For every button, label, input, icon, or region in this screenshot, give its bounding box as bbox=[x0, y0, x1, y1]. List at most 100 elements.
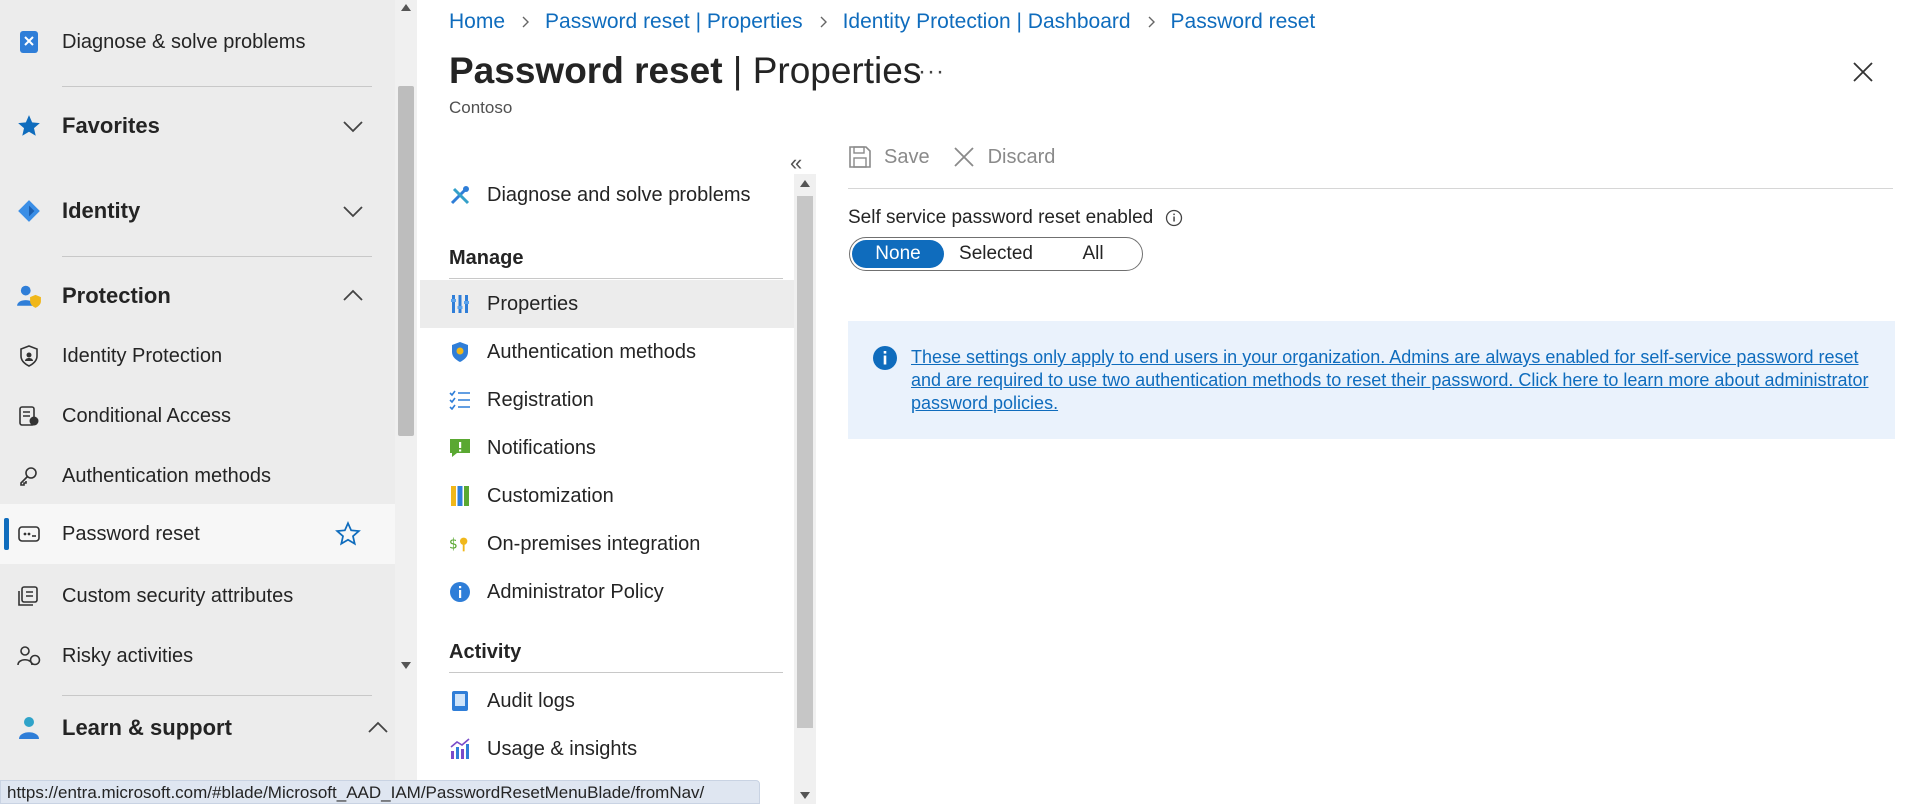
protection-icon bbox=[16, 283, 42, 309]
nav-item-label: Conditional Access bbox=[62, 404, 231, 427]
page-subtitle: Contoso bbox=[449, 98, 513, 117]
chevron-up-icon[interactable] bbox=[366, 716, 390, 740]
menu-item-notifications[interactable]: Notifications bbox=[420, 424, 794, 472]
command-bar-divider bbox=[848, 188, 1893, 189]
insights-chart-icon bbox=[449, 738, 471, 760]
menu-item-label: Usage & insights bbox=[487, 737, 638, 760]
sspr-segmented-control: None Selected All bbox=[849, 237, 1143, 271]
nav-item-risky-activities[interactable]: Risky activities bbox=[0, 632, 395, 680]
save-label: Save bbox=[884, 145, 930, 168]
menu-item-authentication-methods[interactable]: Authentication methods bbox=[420, 328, 794, 376]
close-icon[interactable] bbox=[1851, 60, 1875, 84]
menu-item-label: Customization bbox=[487, 484, 614, 507]
menu-scrollbar[interactable] bbox=[794, 174, 816, 804]
info-icon bbox=[449, 581, 471, 603]
page-title-rest: | Properties bbox=[722, 50, 922, 91]
menu-heading-activity: Activity bbox=[449, 641, 522, 663]
nav-item-label: Identity Protection bbox=[62, 344, 223, 367]
menu-item-properties[interactable]: Properties bbox=[420, 280, 794, 328]
command-bar: Save Discard bbox=[848, 145, 1077, 169]
integration-icon: $ bbox=[449, 533, 471, 555]
menu-item-label: Registration bbox=[487, 388, 594, 411]
password-icon bbox=[16, 521, 42, 547]
attributes-icon bbox=[16, 583, 42, 609]
risky-activities-icon bbox=[16, 643, 42, 669]
discard-button[interactable]: Discard bbox=[952, 145, 1055, 169]
menu-divider bbox=[449, 672, 783, 673]
nav-item-password-reset[interactable]: Password reset bbox=[0, 504, 395, 564]
sspr-option-none[interactable]: None bbox=[852, 240, 944, 268]
more-options-button[interactable]: ··· bbox=[918, 58, 945, 86]
chevron-right-icon bbox=[820, 16, 827, 28]
menu-item-on-premises-integration[interactable]: $ On-premises integration bbox=[420, 520, 794, 568]
identity-icon bbox=[16, 198, 42, 224]
checklist-icon bbox=[449, 389, 471, 411]
nav-section-label: Favorites bbox=[62, 113, 160, 138]
chevron-right-icon bbox=[522, 16, 530, 28]
nav-section-favorites[interactable]: Favorites bbox=[0, 102, 395, 150]
breadcrumb: Home Password reset | Properties Identit… bbox=[449, 10, 1315, 34]
nav-section-protection[interactable]: Protection bbox=[0, 272, 395, 320]
nav-section-learn-support[interactable]: Learn & support bbox=[0, 704, 395, 752]
nav-item-label: Authentication methods bbox=[62, 464, 272, 487]
nav-item-conditional-access[interactable]: Conditional Access bbox=[0, 392, 395, 440]
nav-item-authentication-methods[interactable]: Authentication methods bbox=[0, 452, 395, 500]
nav-section-identity[interactable]: Identity bbox=[0, 187, 395, 235]
menu-item-label: Authentication methods bbox=[487, 340, 697, 363]
learn-support-icon bbox=[16, 715, 42, 741]
info-banner: These settings only apply to end users i… bbox=[848, 321, 1895, 439]
menu-heading-manage: Manage bbox=[449, 247, 524, 269]
chevron-down-icon[interactable] bbox=[341, 114, 365, 138]
breadcrumb-password-reset[interactable]: Password reset bbox=[1171, 10, 1316, 34]
tools-icon bbox=[449, 184, 471, 206]
scroll-up-icon[interactable] bbox=[800, 180, 810, 187]
left-nav-scrollbar[interactable] bbox=[395, 0, 417, 804]
breadcrumb-home[interactable]: Home bbox=[449, 10, 505, 34]
chevron-up-icon[interactable] bbox=[341, 284, 365, 308]
chevron-right-icon bbox=[1148, 16, 1155, 28]
scroll-down-icon[interactable] bbox=[800, 792, 810, 799]
scrollbar-thumb[interactable] bbox=[398, 86, 414, 436]
app-root: Diagnose & solve problems Favorites Iden… bbox=[0, 0, 1905, 804]
nav-item-label: Password reset bbox=[62, 522, 200, 545]
resource-menu: Diagnose and solve problems Manage Prope… bbox=[420, 150, 794, 804]
audit-log-icon bbox=[449, 690, 471, 712]
chevron-down-icon[interactable] bbox=[341, 199, 365, 223]
sspr-field-label: Self service password reset enabled bbox=[848, 207, 1183, 229]
discard-icon bbox=[953, 147, 974, 167]
save-icon bbox=[849, 146, 871, 168]
diagnose-icon bbox=[16, 29, 42, 55]
info-icon bbox=[873, 346, 897, 370]
auth-shield-icon bbox=[449, 341, 471, 363]
nav-item-diagnose[interactable]: Diagnose & solve problems bbox=[0, 18, 395, 66]
breadcrumb-identity-protection-dashboard[interactable]: Identity Protection | Dashboard bbox=[843, 10, 1131, 34]
breadcrumb-password-reset-properties[interactable]: Password reset | Properties bbox=[545, 10, 803, 34]
key-icon bbox=[16, 463, 42, 489]
save-button[interactable]: Save bbox=[848, 145, 930, 169]
page-title-strong: Password reset bbox=[449, 50, 723, 91]
menu-item-customization[interactable]: Customization bbox=[420, 472, 794, 520]
sspr-option-selected[interactable]: Selected bbox=[944, 240, 1048, 268]
info-tooltip-icon[interactable] bbox=[1165, 209, 1183, 227]
menu-item-registration[interactable]: Registration bbox=[420, 376, 794, 424]
sspr-option-all[interactable]: All bbox=[1048, 240, 1138, 268]
nav-item-label: Diagnose & solve problems bbox=[62, 30, 306, 53]
nav-divider bbox=[62, 86, 372, 87]
favorite-star-icon[interactable] bbox=[335, 521, 361, 547]
nav-item-identity-protection[interactable]: Identity Protection bbox=[0, 332, 395, 380]
menu-item-administrator-policy[interactable]: Administrator Policy bbox=[420, 568, 794, 616]
nav-section-label: Learn & support bbox=[62, 715, 232, 740]
menu-item-audit-logs[interactable]: Audit logs bbox=[420, 677, 794, 725]
conditional-access-icon bbox=[16, 403, 42, 429]
menu-item-label: On-premises integration bbox=[487, 532, 701, 555]
scroll-down-icon[interactable] bbox=[401, 662, 411, 669]
menu-item-label: Properties bbox=[487, 292, 579, 315]
nav-item-custom-security-attributes[interactable]: Custom security attributes bbox=[0, 572, 395, 620]
scrollbar-thumb[interactable] bbox=[797, 196, 813, 728]
scroll-up-icon[interactable] bbox=[401, 4, 411, 11]
menu-item-usage-insights[interactable]: Usage & insights bbox=[420, 725, 794, 773]
menu-item-diagnose[interactable]: Diagnose and solve problems bbox=[420, 171, 794, 219]
info-banner-link[interactable]: These settings only apply to end users i… bbox=[911, 346, 1871, 415]
svg-text:$: $ bbox=[449, 537, 458, 553]
page-title: Password reset | Properties bbox=[449, 50, 921, 92]
